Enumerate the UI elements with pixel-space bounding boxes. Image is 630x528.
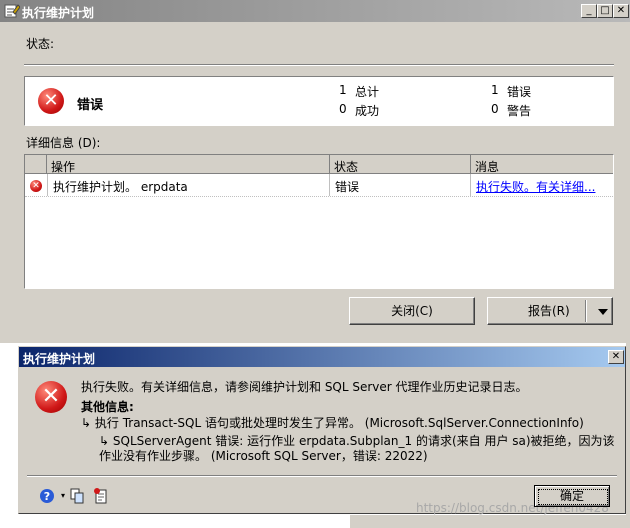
error-label: 错误 (507, 85, 532, 99)
additional-info-label: 其他信息: (81, 400, 134, 414)
close-button[interactable]: 关闭(C) (349, 297, 475, 325)
success-count: 0 (339, 102, 347, 116)
maintenance-plan-window: 执行维护计划 _ □ ✕ 状态: ✕ 错误 1 总计 0 成功 1 错误 0 警… (0, 0, 630, 343)
details-label: 详细信息 (D): (26, 136, 101, 150)
dialog-titlebar[interactable]: 执行维护计划 ✕ (19, 347, 625, 367)
row-error-icon: ✕ (30, 180, 42, 192)
technical-details-icon[interactable] (93, 488, 109, 504)
status-label: 状态: (26, 37, 55, 51)
report-button-label: 报告(R) (528, 304, 570, 318)
dialog-title: 执行维护计划 (23, 352, 96, 366)
help-icon[interactable]: ? (39, 488, 55, 504)
row-message-link[interactable]: 执行失败。有关详细... (476, 176, 595, 198)
close-window-button[interactable]: ✕ (613, 4, 629, 18)
success-label: 成功 (355, 104, 380, 118)
row-divider (25, 196, 613, 197)
error-icon: ✕ (35, 381, 67, 413)
background (0, 343, 18, 528)
error-dialog: 执行维护计划 ✕ ✕ 执行失败。有关详细信息，请参阅维护计划和 SQL Serv… (18, 346, 626, 515)
window-titlebar[interactable]: 执行维护计划 _ □ ✕ (0, 0, 630, 22)
grid-header-message[interactable]: 消息 (471, 155, 613, 174)
error-icon: ✕ (38, 88, 64, 114)
col-divider (329, 174, 330, 196)
copy-icon[interactable] (69, 488, 85, 504)
report-split-divider (585, 300, 587, 322)
detail-item: ↳ 执行 Transact-SQL 语句或批处理时发生了异常。 (Microso… (81, 414, 584, 431)
error-message: 执行失败。有关详细信息，请参阅维护计划和 SQL Server 代理作业历史记录… (81, 380, 528, 394)
arrow-right-icon: ↳ (81, 416, 95, 430)
grid-header-icon (25, 155, 47, 174)
error-count: 1 (491, 83, 499, 97)
grid-header-status[interactable]: 状态 (330, 155, 471, 174)
dialog-close-button[interactable]: ✕ (608, 350, 624, 364)
row-status: 错误 (335, 180, 360, 194)
total-label: 总计 (355, 85, 380, 99)
status-summary-panel: ✕ 错误 1 总计 0 成功 1 错误 0 警告 (24, 76, 614, 126)
maintenance-plan-icon (4, 3, 21, 19)
background (350, 515, 630, 528)
grid-header-action[interactable]: 操作 (47, 155, 330, 174)
warning-count: 0 (491, 102, 499, 116)
focus-ring (538, 489, 608, 505)
detail-text-1: 执行 Transact-SQL 语句或批处理时发生了异常。 (Microsoft… (94, 416, 584, 430)
ok-button[interactable]: 确定 (534, 485, 610, 507)
col-divider (47, 174, 48, 196)
detail-item: ↳ SQLServerAgent 错误: 运行作业 erpdata.Subpla… (99, 434, 619, 464)
dialog-divider (27, 475, 617, 477)
window-title: 执行维护计划 (22, 6, 95, 20)
col-divider (470, 174, 471, 196)
report-button[interactable]: 报告(R) (487, 297, 613, 325)
warning-label: 警告 (507, 104, 532, 118)
minimize-button[interactable]: _ (581, 4, 597, 18)
row-action: 执行维护计划。 erpdata (53, 180, 188, 194)
background (626, 343, 630, 528)
total-count: 1 (339, 83, 347, 97)
detail-text-2: SQLServerAgent 错误: 运行作业 erpdata.Subplan_… (99, 434, 615, 463)
maximize-button[interactable]: □ (597, 4, 613, 18)
divider (24, 64, 614, 66)
status-word: 错误 (77, 98, 104, 113)
arrow-right-icon: ↳ (99, 434, 113, 448)
details-grid[interactable]: 操作 状态 消息 ✕ 执行维护计划。 erpdata 错误 执行失败。有关详细.… (24, 154, 614, 289)
chevron-down-icon[interactable] (598, 309, 608, 315)
svg-text:?: ? (44, 490, 50, 503)
